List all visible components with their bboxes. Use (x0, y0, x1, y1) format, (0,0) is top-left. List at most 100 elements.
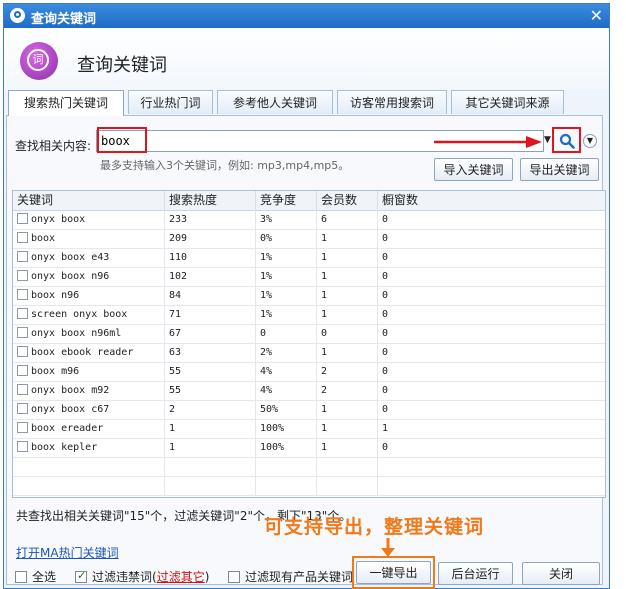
tab-industry-hot-words[interactable]: 行业热门词 (128, 90, 213, 114)
cell-keyword: onyx boox e43 (31, 252, 110, 263)
cell-keyword: onyx boox n96ml (31, 328, 122, 339)
tab-reference-keywords[interactable]: 参考他人关键词 (217, 90, 333, 114)
tab-search-hot-keywords[interactable]: 搜索热门关键词 (8, 90, 124, 116)
cell-empty (13, 457, 165, 476)
table-row[interactable]: boox ereader 1 100% 1 1 (13, 419, 605, 439)
table-row[interactable]: boox n96 84 1% 1 0 (13, 286, 605, 306)
row-checkbox[interactable] (17, 327, 28, 338)
search-input-highlight (97, 127, 147, 153)
row-checkbox[interactable] (17, 346, 28, 357)
table-header: 关键词 搜索热度 竞争度 会员数 橱窗数 (13, 191, 605, 211)
cell-competition: 0 (256, 324, 317, 343)
row-checkbox[interactable] (17, 441, 28, 452)
page-title: 查询关键词 (77, 55, 167, 76)
cell-keyword: boox ebook reader (31, 347, 134, 358)
table-row[interactable]: onyx boox c67 2 50% 1 0 (13, 400, 605, 420)
cell-search-heat: 55 (165, 362, 256, 381)
cell-keyword: onyx boox n96 (31, 271, 110, 282)
row-checkbox[interactable] (17, 403, 28, 414)
close-icon[interactable]: ✕ (590, 6, 603, 25)
cell-search-heat: 1 (165, 438, 256, 457)
cell-competition: 4% (256, 362, 317, 381)
filter-existing-option[interactable]: 过滤现有产品关键词 (228, 568, 353, 585)
cell-showcase: 0 (382, 233, 389, 244)
table-row[interactable]: screen onyx boox 71 1% 1 0 (13, 305, 605, 325)
cell-keyword: onyx boox m92 (31, 385, 110, 396)
table-row[interactable]: boox kepler 1 100% 1 0 (13, 438, 605, 458)
cell-keyword-container: boox n96 (13, 286, 165, 305)
cell-keyword: boox n96 (31, 290, 80, 301)
annotation-arrow-down (381, 538, 395, 557)
cell-members: 2 (317, 362, 378, 381)
row-checkbox[interactable] (17, 251, 28, 262)
cell-search-heat: 233 (165, 210, 256, 229)
row-checkbox[interactable] (17, 232, 28, 243)
import-keywords-button[interactable]: 导入关键词 (434, 158, 513, 181)
filter-banned-option[interactable]: 过滤违禁词(过滤其它) (75, 568, 209, 585)
table-row[interactable]: onyx boox 233 3% 6 0 (13, 210, 605, 230)
arrow-annotation (434, 136, 542, 148)
table-row[interactable]: boox m96 55 4% 2 0 (13, 362, 605, 382)
table-row[interactable] (13, 476, 605, 496)
cell-keyword-container: boox ereader (13, 419, 165, 438)
close-button[interactable]: 关闭 (522, 562, 600, 585)
window-title: 查询关键词 (31, 12, 97, 27)
row-checkbox[interactable] (17, 289, 28, 300)
background-run-button[interactable]: 后台运行 (438, 562, 513, 585)
row-checkbox[interactable] (17, 384, 28, 395)
cell-members: 1 (317, 400, 378, 419)
table-row[interactable]: onyx boox n96 102 1% 1 0 (13, 267, 605, 287)
cell-empty (13, 476, 165, 495)
cell-competition: 1% (256, 305, 317, 324)
cell-search-heat: 1 (165, 419, 256, 438)
table-row[interactable] (13, 457, 605, 477)
table-row[interactable]: onyx boox m92 55 4% 2 0 (13, 381, 605, 401)
filter-others-link[interactable]: 过滤其它 (157, 570, 205, 584)
cell-empty (317, 457, 378, 476)
keyword-logo-icon: 词 (20, 42, 58, 80)
cell-keyword-container: screen onyx boox (13, 305, 165, 324)
row-checkbox[interactable] (17, 365, 28, 376)
export-keywords-button[interactable]: 导出关键词 (520, 158, 599, 181)
cell-keyword-container: onyx boox c67 (13, 400, 165, 419)
chevron-down-icon[interactable]: ▼ (583, 134, 597, 148)
cell-keyword-container: onyx boox m92 (13, 381, 165, 400)
select-all-option[interactable]: 全选 (15, 568, 56, 585)
cell-keyword-container: boox m96 (13, 362, 165, 381)
cell-showcase: 0 (382, 309, 389, 320)
cell-competition: 1% (256, 267, 317, 286)
export-annotation: 可支持导出，整理关键词 (264, 516, 485, 538)
table-row[interactable]: onyx boox e43 110 1% 1 0 (13, 248, 605, 268)
column-header-showcase[interactable]: 橱窗数 (378, 191, 605, 210)
cell-keyword: boox m96 (31, 366, 80, 377)
cell-members: 0 (317, 324, 378, 343)
row-checkbox[interactable] (17, 308, 28, 319)
filter-banned-checkbox[interactable] (75, 569, 87, 583)
table-row[interactable]: onyx boox n96ml 67 0 0 0 (13, 324, 605, 344)
cell-competition: 50% (256, 400, 317, 419)
column-header-keyword[interactable]: 关键词 (13, 191, 165, 210)
table-row[interactable]: boox 209 0% 1 0 (13, 229, 605, 249)
search-label: 查找相关内容: (15, 139, 92, 153)
row-checkbox[interactable] (17, 213, 28, 224)
column-header-members[interactable]: 会员数 (317, 191, 378, 210)
select-all-checkbox[interactable] (15, 571, 27, 583)
row-checkbox[interactable] (17, 422, 28, 433)
filter-existing-checkbox[interactable] (228, 571, 240, 583)
table-row[interactable]: boox ebook reader 63 2% 1 0 (13, 343, 605, 363)
column-header-search-heat[interactable]: 搜索热度 (165, 191, 256, 210)
app-icon (10, 8, 25, 23)
tab-visitor-search-words[interactable]: 访客常用搜索词 (337, 90, 447, 114)
open-ma-hot-keywords-link[interactable]: 打开MA热门关键词 (16, 544, 119, 561)
cell-members: 1 (317, 343, 378, 362)
cell-showcase: 0 (382, 404, 389, 415)
tab-other-keyword-sources[interactable]: 其它关键词来源 (451, 90, 564, 114)
row-checkbox[interactable] (17, 270, 28, 281)
cell-keyword: onyx boox c67 (31, 404, 110, 415)
column-header-competition[interactable]: 竞争度 (256, 191, 317, 210)
cell-keyword-container: boox (13, 229, 165, 248)
cell-keyword: boox kepler (31, 442, 98, 453)
cell-empty (378, 457, 605, 476)
cell-keyword: boox ereader (31, 423, 104, 434)
cell-empty (165, 476, 256, 495)
